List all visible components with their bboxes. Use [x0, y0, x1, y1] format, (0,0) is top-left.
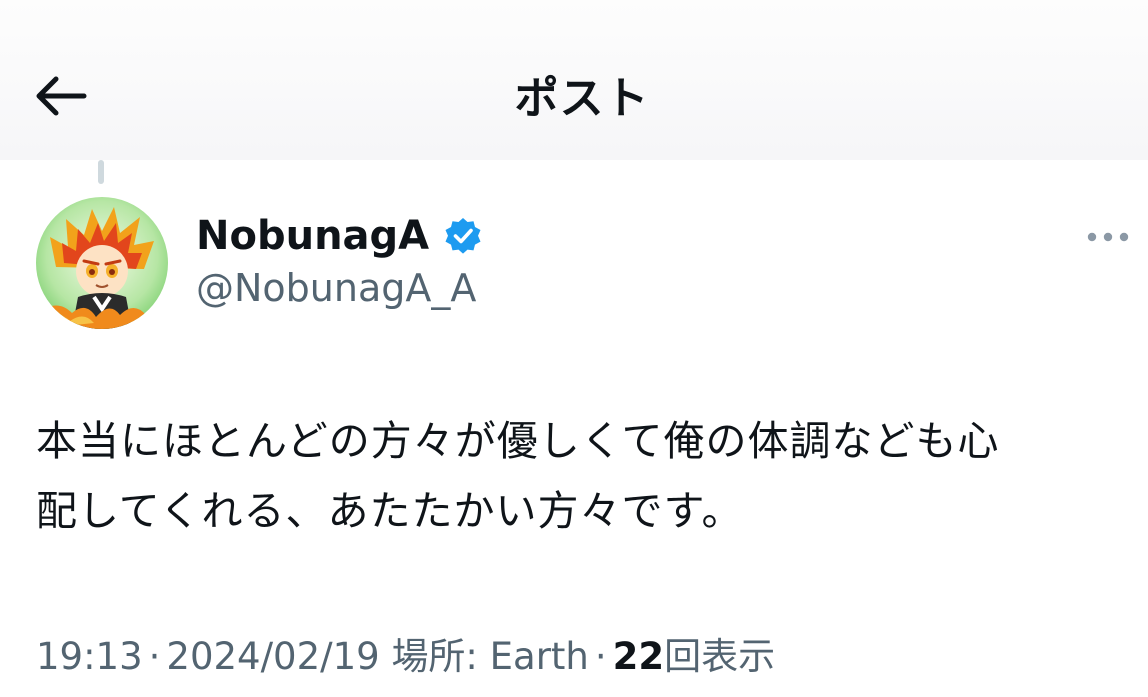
- author-name-row: NobunagA: [196, 210, 483, 262]
- more-options-button[interactable]: [1080, 222, 1136, 252]
- views-count: 22: [612, 635, 665, 678]
- top-bar: ポスト: [0, 0, 1148, 160]
- page-title: ポスト: [514, 73, 650, 124]
- avatar-image: [36, 197, 168, 329]
- post-time[interactable]: 19:13: [36, 635, 143, 678]
- user-handle[interactable]: @NobunagA_A: [196, 266, 476, 310]
- views-label: 回表示: [664, 635, 776, 678]
- post-body-text: 本当にほとんどの方々が優しくて俺の体調なども心 配してくれる、あたたかい方々です…: [36, 417, 1000, 535]
- thread-connector: [98, 160, 104, 184]
- avatar[interactable]: [36, 197, 168, 329]
- more-horizontal-icon: [1087, 232, 1129, 242]
- separator: ·: [148, 635, 161, 678]
- separator: ·: [594, 635, 607, 678]
- post-detail-page: ポスト NobunagA @NobunagA_A 本当にほとんどの方々が優しくて…: [0, 0, 1148, 697]
- post-date[interactable]: 2024/02/19: [166, 635, 379, 678]
- display-name[interactable]: NobunagA: [196, 213, 429, 259]
- verified-badge-icon[interactable]: [443, 216, 483, 256]
- post-location: 場所: Earth: [391, 635, 589, 678]
- post-metadata: 19:13 · 2024/02/19 場所: Earth · 22回表示: [36, 626, 775, 680]
